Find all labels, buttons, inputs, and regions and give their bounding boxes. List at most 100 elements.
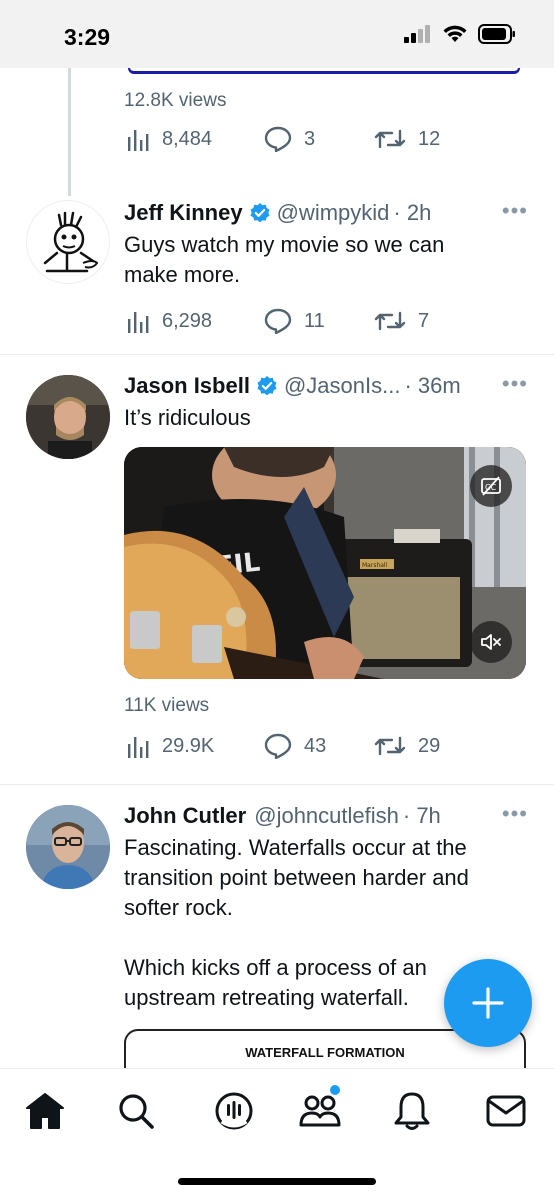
compose-tweet-button[interactable] xyxy=(444,959,532,1047)
tweet-text-line: softer rock. xyxy=(124,895,233,920)
tweet-header: Jeff Kinney @wimpykid · 2h xyxy=(124,198,528,228)
video-player[interactable]: Marshall CEIL CC xyxy=(124,447,526,679)
tweet-jeff-kinney[interactable]: Jeff Kinney @wimpykid · 2h ••• Guys watc… xyxy=(0,198,554,354)
cellular-signal-icon xyxy=(404,25,430,43)
reply-icon xyxy=(264,308,292,334)
status-time: 3:29 xyxy=(64,24,111,50)
retweet-count: 7 xyxy=(418,309,430,332)
views-button[interactable]: 8,484 xyxy=(126,127,264,151)
tweet-header: Jason Isbell @JasonIs... · 36m xyxy=(124,371,528,401)
notification-dot xyxy=(330,1085,340,1095)
reply-button[interactable]: 43 xyxy=(264,733,374,759)
timestamp: · 36m xyxy=(404,373,461,398)
analytics-icon xyxy=(128,312,149,333)
reply-button[interactable]: 11 xyxy=(264,308,374,334)
search-icon xyxy=(119,1094,154,1129)
thread-line xyxy=(68,68,71,196)
tweet-actions: 8,484 3 12 xyxy=(126,126,440,152)
tab-messages[interactable] xyxy=(484,1089,528,1133)
avatar[interactable] xyxy=(26,805,110,889)
handle[interactable]: @wimpykid xyxy=(277,200,390,226)
views-count: 29.9K xyxy=(162,734,215,757)
reply-count: 11 xyxy=(304,309,325,332)
mute-button[interactable] xyxy=(470,621,512,663)
verified-badge-icon xyxy=(249,202,271,224)
views-button[interactable]: 6,298 xyxy=(126,309,264,333)
avatar-photo xyxy=(26,375,110,459)
avatar-image-cartoon xyxy=(43,211,99,273)
views-label: 11K views xyxy=(124,695,210,716)
volume-muted-icon xyxy=(481,634,501,650)
timeline-feed[interactable]: 12.8K views 8,484 3 12 Jeff Kinney @wimp… xyxy=(0,68,554,1068)
analytics-icon xyxy=(128,130,149,151)
tweet-header: John Cutler @johncutlefish · 7h xyxy=(124,801,528,831)
captions-off-icon: CC xyxy=(481,476,501,496)
handle[interactable]: @johncutlefish xyxy=(254,803,399,829)
views-count: 8,484 xyxy=(162,127,213,150)
home-icon xyxy=(26,1093,64,1129)
retweet-button[interactable]: 29 xyxy=(374,734,440,758)
tweet-text: It’s ridiculous xyxy=(124,405,251,430)
messages-icon xyxy=(486,1095,526,1127)
media-card-bottom[interactable] xyxy=(128,68,520,74)
tweet-actions: 29.9K 43 29 xyxy=(126,733,528,759)
tweet-body: Jeff Kinney @wimpykid · 2h ••• Guys watc… xyxy=(124,198,528,334)
tab-communities[interactable] xyxy=(298,1085,342,1133)
reply-count: 43 xyxy=(304,734,327,757)
tab-spaces[interactable] xyxy=(212,1089,256,1133)
avatar[interactable] xyxy=(26,375,110,459)
timestamp: · 2h xyxy=(393,200,432,225)
wifi-icon xyxy=(443,25,467,42)
views-count: 6,298 xyxy=(162,309,213,332)
retweet-count: 12 xyxy=(418,127,441,150)
analytics-icon xyxy=(128,737,149,758)
avatar[interactable] xyxy=(26,200,110,284)
tab-notifications[interactable] xyxy=(390,1089,434,1133)
retweet-icon xyxy=(374,129,406,149)
status-icons xyxy=(404,24,516,44)
video-thumbnail: Marshall CEIL xyxy=(124,447,526,679)
reply-icon xyxy=(264,733,292,759)
avatar-photo xyxy=(26,805,110,889)
battery-icon xyxy=(478,24,515,44)
card-title: WATERFALL FORMATION xyxy=(245,1045,405,1060)
retweet-icon xyxy=(374,736,406,756)
display-name[interactable]: Jeff Kinney xyxy=(124,200,243,226)
reply-button[interactable]: 3 xyxy=(264,126,374,152)
tab-search[interactable] xyxy=(114,1089,158,1133)
home-indicator xyxy=(178,1178,376,1185)
views-label: 12.8K views xyxy=(124,90,227,111)
display-name[interactable]: John Cutler xyxy=(124,803,246,829)
timestamp: · 7h xyxy=(402,803,441,828)
retweet-button[interactable]: 7 xyxy=(374,309,429,333)
tweet-text-line: Guys watch my movie so we can xyxy=(124,232,445,257)
more-options-icon[interactable]: ••• xyxy=(502,801,528,827)
tweet-previous[interactable]: 12.8K views 8,484 3 12 xyxy=(0,68,554,198)
communities-icon xyxy=(299,1095,341,1127)
tweet-body: Jason Isbell @JasonIs... · 36m ••• It’s … xyxy=(124,371,528,759)
tweet-text: Guys watch my movie so we can make more. xyxy=(124,230,528,290)
tweet-text-line: make more. xyxy=(124,262,241,287)
tab-home[interactable] xyxy=(23,1089,67,1133)
amp-label: Marshall xyxy=(362,562,388,569)
tweet-text-line: Fascinating. Waterfalls occur at the xyxy=(124,835,467,860)
tweet-jason-isbell[interactable]: Jason Isbell @JasonIs... · 36m ••• It’s … xyxy=(0,355,554,784)
plus-icon xyxy=(472,987,504,1019)
notifications-icon xyxy=(394,1092,430,1130)
retweet-icon xyxy=(374,311,406,331)
display-name[interactable]: Jason Isbell xyxy=(124,373,250,399)
retweet-count: 29 xyxy=(418,734,441,757)
reply-count: 3 xyxy=(304,127,316,150)
tweet-text-line xyxy=(124,923,528,953)
tweet-text-line: transition point between harder and xyxy=(124,865,469,890)
reply-icon xyxy=(264,126,292,152)
status-bar: 3:29 xyxy=(0,0,554,68)
more-options-icon[interactable]: ••• xyxy=(502,371,528,397)
handle[interactable]: @JasonIs... xyxy=(284,373,401,399)
captions-off-button[interactable]: CC xyxy=(470,465,512,507)
verified-badge-icon xyxy=(256,375,278,397)
more-options-icon[interactable]: ••• xyxy=(502,198,528,224)
spaces-icon xyxy=(215,1092,253,1130)
views-button[interactable]: 29.9K xyxy=(126,734,264,758)
retweet-button[interactable]: 12 xyxy=(374,127,440,151)
